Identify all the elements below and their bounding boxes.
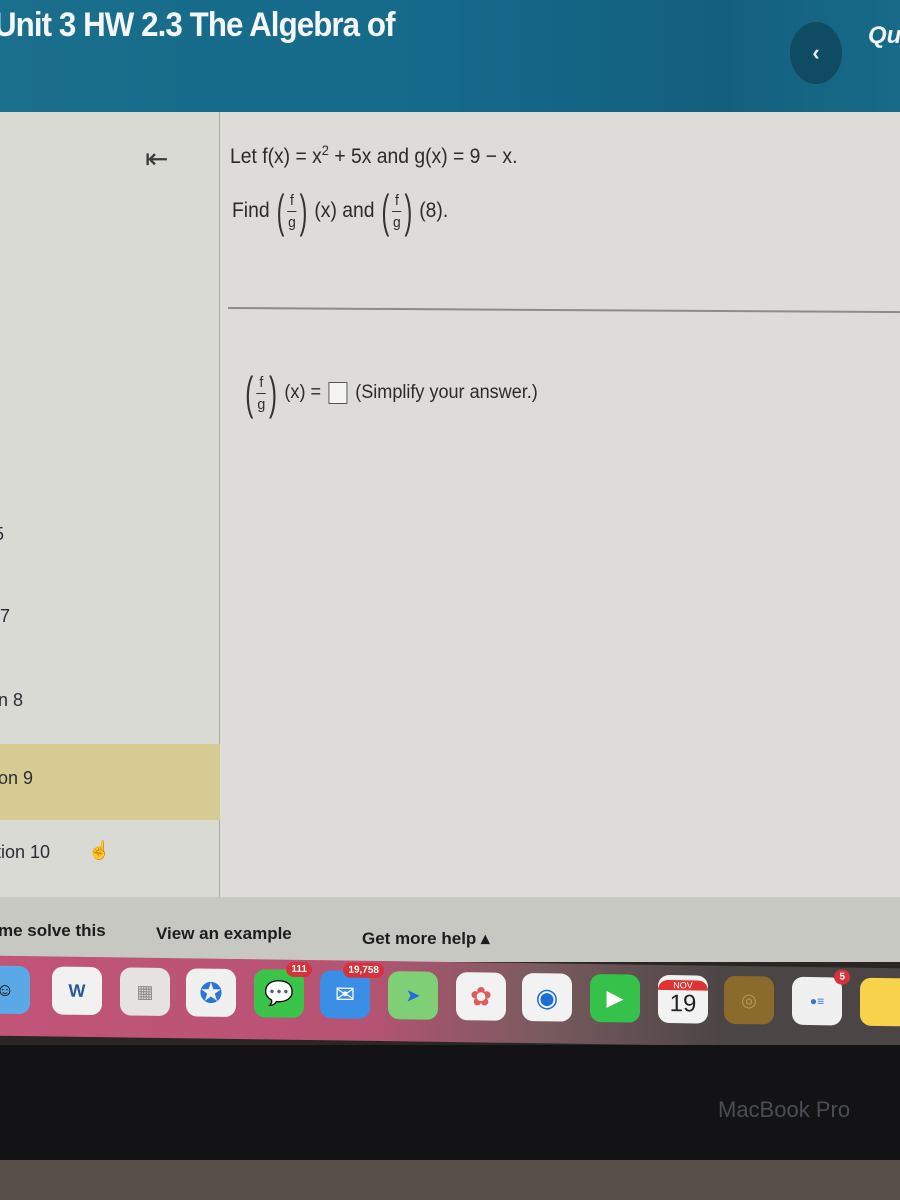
help-me-solve-this-button[interactable]: me solve this <box>0 921 106 941</box>
mail-badge: 19,758 <box>343 962 384 979</box>
f-over-g-expression: ( fg ) <box>276 185 308 237</box>
messages-badge: 111 <box>286 961 312 978</box>
collapse-sidebar-icon[interactable]: ⇤ <box>145 142 168 175</box>
sidebar-item-question-9[interactable]: on 9 <box>0 744 240 820</box>
problem-instruction: Find ( fg ) (x) and ( fg ) (8). <box>232 185 449 237</box>
reminders-badge: 5 <box>834 969 850 985</box>
sidebar-item-question-7[interactable]: 7 <box>0 596 240 636</box>
finder-icon[interactable]: ☺ <box>0 965 30 1015</box>
assignment-header: Unit 3 HW 2.3 The Algebra of ‹ Qu <box>0 0 900 112</box>
main-content: ⇤ 5 7 n 8 on 9 tion 10 ☝ Let f(x) = x2 +… <box>0 112 900 962</box>
answer-row: ( fg ) (x) = (Simplify your answer.) <box>242 370 538 416</box>
reminders-icon[interactable]: ●≡ 5 <box>792 969 850 1026</box>
question-sidebar: ⇤ 5 7 n 8 on 9 tion 10 <box>0 112 240 897</box>
help-action-bar: me solve this View an example Get more h… <box>0 897 900 962</box>
hand-pointer-cursor-icon: ☝ <box>88 840 111 860</box>
get-more-help-button[interactable]: Get more help ▴ <box>362 929 490 949</box>
answer-hint: (Simplify your answer.) <box>355 382 538 403</box>
device-label: MacBook Pro <box>718 1097 851 1122</box>
assignment-title: Unit 3 HW 2.3 The Algebra of <box>0 6 396 44</box>
chrome-icon[interactable]: ◉ <box>522 973 572 1022</box>
facetime-icon[interactable]: ▶ <box>590 973 640 1023</box>
word-icon[interactable]: W <box>52 966 102 1016</box>
maps-icon[interactable]: ➤ <box>388 971 438 1020</box>
question-label-truncated: Qu <box>868 22 900 49</box>
mail-icon[interactable]: ✉ 19,758 <box>320 962 384 1019</box>
laptop-bezel: MacBook Pro <box>0 1045 900 1160</box>
sidebar-item-question-6[interactable]: 5 <box>0 514 240 554</box>
view-example-button[interactable]: View an example <box>156 924 292 944</box>
messages-icon[interactable]: 💬 111 <box>254 961 312 1018</box>
chevron-left-icon: ‹ <box>812 40 820 65</box>
safari-icon[interactable]: ✪ <box>186 968 236 1018</box>
sidebar-item-question-10[interactable]: tion 10 <box>0 832 240 872</box>
previous-question-button[interactable]: ‹ <box>790 22 842 84</box>
question-pane: Let f(x) = x2 + 5x and g(x) = 9 − x. Fin… <box>220 112 900 897</box>
answer-input[interactable] <box>328 382 348 404</box>
problem-statement: Let f(x) = x2 + 5x and g(x) = 9 − x. <box>230 142 518 168</box>
macos-dock: ☺ W ▦ ✪ 💬 111 ✉ 19,758 ➤ ✿ ◉ ▶ NOV 19 ◎ ●≡… <box>0 955 900 1049</box>
launchpad-icon[interactable]: ▦ <box>120 967 170 1017</box>
f-over-g-expression-2: ( fg ) <box>381 185 413 237</box>
contacts-icon[interactable]: ◎ <box>724 975 774 1025</box>
desk-surface <box>0 1160 900 1200</box>
calendar-icon[interactable]: NOV 19 <box>658 974 708 1024</box>
section-divider <box>227 307 900 314</box>
sidebar-item-question-8[interactable]: n 8 <box>0 680 240 720</box>
notes-icon[interactable] <box>860 977 900 1027</box>
photos-icon[interactable]: ✿ <box>456 972 506 1021</box>
f-over-g-label: ( fg ) <box>245 367 278 419</box>
